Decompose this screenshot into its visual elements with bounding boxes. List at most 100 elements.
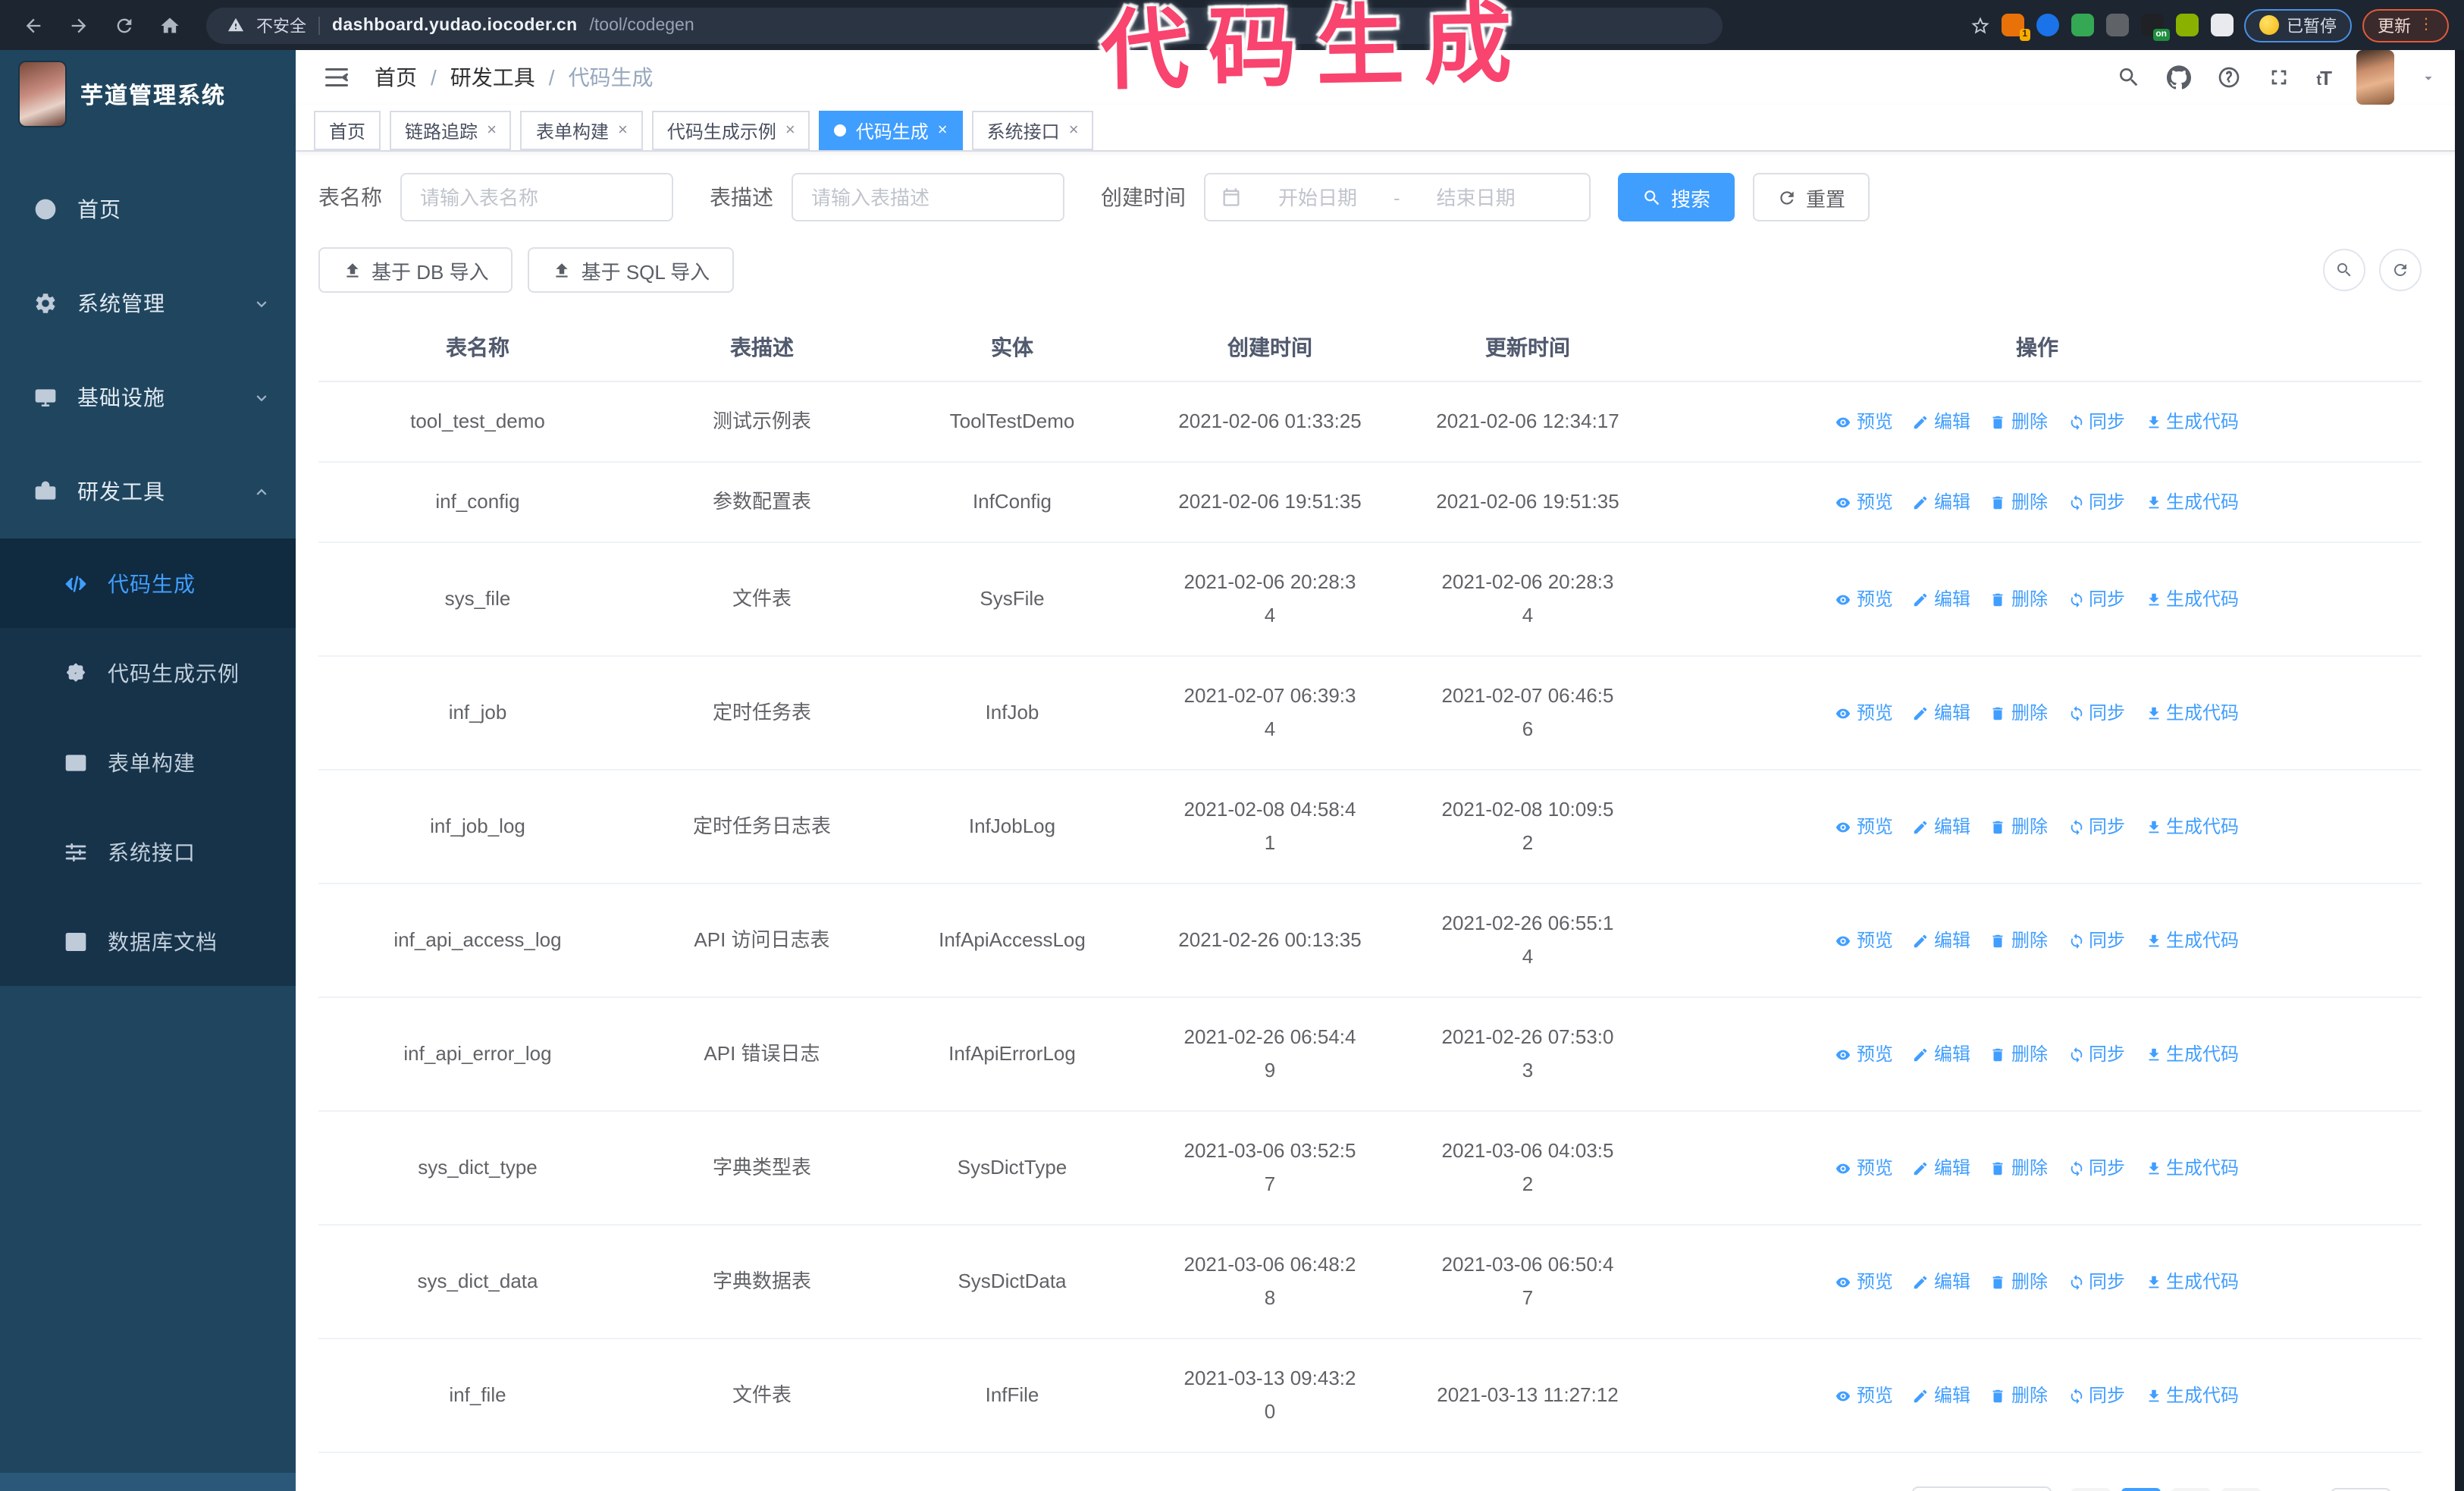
- browser-home-icon[interactable]: [152, 7, 188, 43]
- sync-action[interactable]: 同步: [2067, 1379, 2125, 1412]
- caret-down-icon[interactable]: [2420, 69, 2437, 86]
- generate-action[interactable]: 生成代码: [2145, 405, 2239, 438]
- search-button[interactable]: 搜索: [1618, 173, 1735, 221]
- delete-action[interactable]: 删除: [1990, 1037, 2048, 1071]
- breadcrumb-item[interactable]: 研发工具: [450, 62, 535, 93]
- sidebar-item-system[interactable]: 系统管理: [0, 256, 296, 350]
- sync-action[interactable]: 同步: [2067, 405, 2125, 438]
- delete-action[interactable]: 删除: [1990, 810, 2048, 843]
- close-icon[interactable]: ×: [785, 121, 795, 140]
- user-avatar[interactable]: [2356, 50, 2394, 105]
- edit-action[interactable]: 编辑: [1913, 582, 1970, 616]
- generate-action[interactable]: 生成代码: [2145, 810, 2239, 843]
- preview-action[interactable]: 预览: [1835, 582, 1893, 616]
- sync-action[interactable]: 同步: [2067, 924, 2125, 957]
- github-icon[interactable]: [2166, 65, 2191, 89]
- tab-system-api[interactable]: 系统接口 ×: [971, 111, 1094, 150]
- tab-home[interactable]: 首页: [314, 111, 381, 150]
- generate-action[interactable]: 生成代码: [2145, 924, 2239, 957]
- generate-action[interactable]: 生成代码: [2145, 1037, 2239, 1071]
- edit-action[interactable]: 编辑: [1913, 1379, 1970, 1412]
- font-size-icon[interactable]: tT: [2316, 66, 2332, 89]
- ext-android-icon[interactable]: [2176, 14, 2199, 36]
- page-button-1[interactable]: 1: [2121, 1488, 2161, 1491]
- generate-action[interactable]: 生成代码: [2145, 1151, 2239, 1185]
- sidebar-item-codegen[interactable]: 代码生成: [0, 538, 296, 628]
- tab-codegen-example[interactable]: 代码生成示例 ×: [651, 111, 810, 150]
- preview-action[interactable]: 预览: [1835, 405, 1893, 438]
- browser-scrollbar[interactable]: [2455, 50, 2464, 1491]
- sidebar-item-home[interactable]: 首页: [0, 162, 296, 256]
- close-icon[interactable]: ×: [1069, 121, 1079, 140]
- ext-grid-icon[interactable]: [2106, 14, 2129, 36]
- help-icon[interactable]: [2216, 65, 2240, 89]
- generate-action[interactable]: 生成代码: [2145, 1265, 2239, 1298]
- ext-puzzle-icon[interactable]: [2211, 14, 2234, 36]
- page-size-select[interactable]: 10条/页: [1911, 1486, 2052, 1491]
- preview-action[interactable]: 预览: [1835, 696, 1893, 730]
- fullscreen-icon[interactable]: [2266, 65, 2290, 89]
- edit-action[interactable]: 编辑: [1913, 1037, 1970, 1071]
- sync-action[interactable]: 同步: [2067, 1265, 2125, 1298]
- delete-action[interactable]: 删除: [1990, 924, 2048, 957]
- page-button-2[interactable]: 2: [2171, 1488, 2211, 1491]
- search-icon[interactable]: [2116, 65, 2140, 89]
- ext-orange-icon[interactable]: 1: [2002, 14, 2030, 41]
- preview-action[interactable]: 预览: [1835, 1379, 1893, 1412]
- preview-action[interactable]: 预览: [1835, 1151, 1893, 1185]
- sidebar-item-system-api[interactable]: 系统接口: [0, 807, 296, 896]
- ext-on-icon[interactable]: on: [2141, 14, 2170, 41]
- start-date-input[interactable]: [1251, 186, 1384, 209]
- generate-action[interactable]: 生成代码: [2145, 485, 2239, 519]
- preview-action[interactable]: 预览: [1835, 485, 1893, 519]
- preview-action[interactable]: 预览: [1835, 1265, 1893, 1298]
- browser-forward-icon[interactable]: [61, 7, 97, 43]
- next-page-button[interactable]: ›: [2221, 1488, 2261, 1491]
- edit-action[interactable]: 编辑: [1913, 696, 1970, 730]
- sync-action[interactable]: 同步: [2067, 810, 2125, 843]
- preview-action[interactable]: 预览: [1835, 1037, 1893, 1071]
- delete-action[interactable]: 删除: [1990, 485, 2048, 519]
- delete-action[interactable]: 删除: [1990, 1151, 2048, 1185]
- close-icon[interactable]: ×: [938, 121, 948, 140]
- browser-reload-icon[interactable]: [106, 7, 143, 43]
- edit-action[interactable]: 编辑: [1913, 924, 1970, 957]
- generate-action[interactable]: 生成代码: [2145, 1379, 2239, 1412]
- delete-action[interactable]: 删除: [1990, 1379, 2048, 1412]
- sidebar-item-infra[interactable]: 基础设施: [0, 350, 296, 444]
- generate-action[interactable]: 生成代码: [2145, 582, 2239, 616]
- import-db-button[interactable]: 基于 DB 导入: [318, 247, 513, 293]
- refresh-table-button[interactable]: [2379, 249, 2422, 291]
- table-name-input[interactable]: [400, 173, 673, 221]
- table-desc-input[interactable]: [792, 173, 1064, 221]
- sidebar-collapse-strip[interactable]: [0, 1473, 296, 1491]
- toggle-search-button[interactable]: [2323, 249, 2365, 291]
- close-icon[interactable]: ×: [487, 121, 497, 140]
- browser-back-icon[interactable]: [15, 7, 52, 43]
- edit-action[interactable]: 编辑: [1913, 485, 1970, 519]
- edit-action[interactable]: 编辑: [1913, 1151, 1970, 1185]
- tab-form-build[interactable]: 表单构建 ×: [520, 111, 643, 150]
- ext-green-check-icon[interactable]: [2071, 14, 2094, 36]
- bookmark-star-icon[interactable]: [1970, 14, 1991, 36]
- import-sql-button[interactable]: 基于 SQL 导入: [528, 247, 735, 293]
- sidebar-item-form-builder[interactable]: 表单构建: [0, 717, 296, 807]
- date-range-picker[interactable]: -: [1204, 173, 1591, 221]
- delete-action[interactable]: 删除: [1990, 1265, 2048, 1298]
- tab-tracer[interactable]: 链路追踪 ×: [390, 111, 512, 150]
- paused-extension-pill[interactable]: 已暂停: [2244, 8, 2352, 42]
- ext-gem-icon[interactable]: [2036, 14, 2059, 36]
- sync-action[interactable]: 同步: [2067, 696, 2125, 730]
- sidebar-item-db-doc[interactable]: 数据库文档: [0, 896, 296, 986]
- preview-action[interactable]: 预览: [1835, 810, 1893, 843]
- sidebar-fold-icon[interactable]: [323, 64, 350, 91]
- delete-action[interactable]: 删除: [1990, 405, 2048, 438]
- prev-page-button[interactable]: ‹: [2071, 1488, 2111, 1491]
- update-browser-pill[interactable]: 更新 ⋮: [2362, 8, 2449, 42]
- sync-action[interactable]: 同步: [2067, 582, 2125, 616]
- sidebar-item-codegen-example[interactable]: 代码生成示例: [0, 628, 296, 717]
- goto-page-input[interactable]: [2330, 1488, 2391, 1491]
- generate-action[interactable]: 生成代码: [2145, 696, 2239, 730]
- edit-action[interactable]: 编辑: [1913, 1265, 1970, 1298]
- preview-action[interactable]: 预览: [1835, 924, 1893, 957]
